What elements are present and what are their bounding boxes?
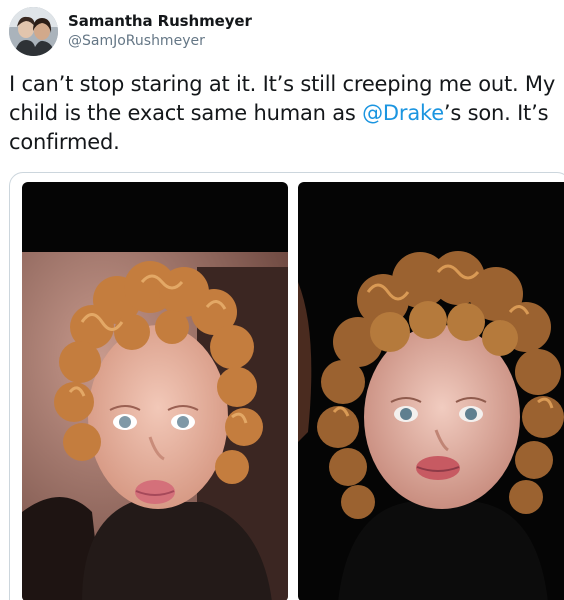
media-container — [9, 172, 564, 600]
child-photo-left[interactable] — [22, 182, 288, 600]
user-names: Samantha Rushmeyer @SamJoRushmeyer — [68, 11, 252, 51]
tweet: Samantha Rushmeyer @SamJoRushmeyer I can… — [0, 0, 564, 600]
child-photo-right[interactable] — [298, 182, 564, 600]
display-name[interactable]: Samantha Rushmeyer — [68, 11, 252, 31]
user-handle[interactable]: @SamJoRushmeyer — [68, 31, 252, 51]
mention-link[interactable]: @Drake — [362, 101, 444, 125]
photo-left-image — [22, 182, 288, 600]
profile-avatar[interactable] — [9, 7, 58, 56]
tweet-text: I can’t stop staring at it. It’s still c… — [9, 70, 557, 157]
photo-right-image — [298, 182, 564, 600]
avatar-image — [9, 7, 58, 56]
